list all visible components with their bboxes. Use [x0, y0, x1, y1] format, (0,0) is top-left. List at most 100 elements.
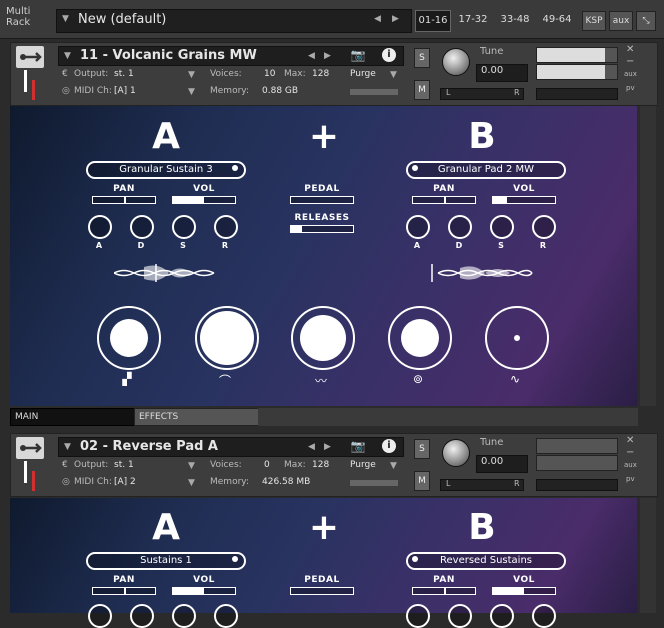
- tune-knob[interactable]: [442, 48, 470, 76]
- next-instrument-icon[interactable]: ▶: [324, 442, 331, 452]
- mute-button[interactable]: M: [414, 80, 430, 100]
- info-icon[interactable]: i: [382, 48, 396, 62]
- purge-dropdown-icon[interactable]: ▼: [390, 70, 397, 80]
- prev-rack-icon[interactable]: ◀: [374, 14, 381, 24]
- purge-menu[interactable]: Purge: [350, 69, 376, 79]
- pan-slider[interactable]: [440, 479, 524, 491]
- layer-b-preset-menu[interactable]: Reversed Sustains: [406, 552, 566, 570]
- layer-a-sustain-knob[interactable]: [172, 604, 196, 628]
- collapse-icon[interactable]: ⤡: [636, 11, 656, 31]
- aux-button[interactable]: aux: [609, 11, 633, 31]
- info-icon[interactable]: i: [382, 439, 396, 453]
- layer-a-vol-slider[interactable]: [172, 587, 236, 595]
- aux-indicator[interactable]: aux: [624, 461, 637, 469]
- pedal-slider[interactable]: [290, 587, 354, 595]
- output-dropdown-icon[interactable]: ▼: [188, 461, 195, 471]
- layer-b-decay-knob[interactable]: [448, 215, 472, 239]
- layer-b-pan-slider[interactable]: [412, 587, 476, 595]
- layer-b-attack-knob[interactable]: [406, 215, 430, 239]
- pedal-slider[interactable]: [290, 196, 354, 204]
- layer-a-preset-menu[interactable]: Granular Sustain 3: [86, 161, 246, 179]
- layer-a-vol-slider[interactable]: [172, 196, 236, 204]
- wrench-icon[interactable]: [16, 46, 44, 68]
- purge-indicator: [350, 89, 398, 95]
- solo-button[interactable]: S: [414, 439, 430, 459]
- motion-control[interactable]: [291, 306, 355, 370]
- mute-button[interactable]: M: [414, 471, 430, 491]
- layer-a-decay-knob[interactable]: [130, 215, 154, 239]
- layer-b-release-knob[interactable]: [532, 604, 556, 628]
- range-tab-4[interactable]: 49-64: [539, 10, 575, 30]
- output-select[interactable]: st. 1: [114, 69, 134, 79]
- midi-dropdown-icon[interactable]: ▼: [188, 87, 195, 97]
- releases-slider[interactable]: [290, 225, 354, 233]
- layer-a-release-knob[interactable]: [214, 604, 238, 628]
- minimize-icon[interactable]: −: [626, 447, 634, 458]
- volume-slider[interactable]: [536, 479, 618, 491]
- tune-value-field[interactable]: 0.00: [476, 455, 528, 473]
- prev-instrument-icon[interactable]: ◀: [308, 51, 315, 61]
- max-voices-field[interactable]: 128: [312, 69, 329, 79]
- midi-dropdown-icon[interactable]: ▼: [188, 478, 195, 488]
- layer-a-waveform-display[interactable]: [114, 262, 216, 284]
- ksp-button[interactable]: KSP: [582, 11, 606, 31]
- layer-b-attack-knob[interactable]: [406, 604, 430, 628]
- layer-a-sustain-knob[interactable]: [172, 215, 196, 239]
- next-instrument-icon[interactable]: ▶: [324, 51, 331, 61]
- wrench-icon[interactable]: [16, 437, 44, 459]
- pan-slider[interactable]: [440, 88, 524, 100]
- output-select[interactable]: st. 1: [114, 460, 134, 470]
- layer-b-preset-menu[interactable]: Granular Pad 2 MW: [406, 161, 566, 179]
- envelope-control[interactable]: [195, 306, 259, 370]
- solo-button[interactable]: S: [414, 48, 430, 68]
- tune-knob[interactable]: [442, 439, 470, 467]
- max-voices-field[interactable]: 128: [312, 460, 329, 470]
- range-tab-1[interactable]: 01-16: [415, 10, 451, 32]
- minimize-icon[interactable]: −: [626, 56, 634, 67]
- tab-main[interactable]: MAIN: [10, 408, 138, 426]
- layer-b-pan-slider[interactable]: [412, 196, 476, 204]
- layer-a-pan-slider[interactable]: [92, 587, 156, 595]
- midi-channel-select[interactable]: [A] 1: [114, 86, 136, 96]
- layer-b-waveform-display[interactable]: [430, 262, 534, 284]
- layer-a-decay-knob[interactable]: [130, 604, 154, 628]
- layer-a-attack-knob[interactable]: [88, 604, 112, 628]
- rack-menu-arrow-icon[interactable]: ▼: [62, 14, 69, 24]
- pv-indicator[interactable]: pv: [626, 475, 635, 483]
- range-tab-2[interactable]: 17-32: [455, 10, 491, 30]
- next-rack-icon[interactable]: ▶: [392, 14, 399, 24]
- stereo-control[interactable]: [388, 306, 452, 370]
- aux-indicator[interactable]: aux: [624, 70, 637, 78]
- texture-control[interactable]: [97, 306, 161, 370]
- layer-a-release-knob[interactable]: [214, 215, 238, 239]
- layer-a-preset-menu[interactable]: Sustains 1: [86, 552, 246, 570]
- tune-label: Tune: [480, 437, 504, 448]
- layer-b-decay-knob[interactable]: [448, 604, 472, 628]
- volume-slider[interactable]: [536, 88, 618, 100]
- close-icon[interactable]: ✕: [626, 435, 634, 446]
- scrollbar[interactable]: [640, 106, 656, 406]
- purge-dropdown-icon[interactable]: ▼: [390, 461, 397, 471]
- layer-a-attack-knob[interactable]: [88, 215, 112, 239]
- midi-channel-select[interactable]: [A] 2: [114, 477, 136, 487]
- layer-b-sustain-knob[interactable]: [490, 215, 514, 239]
- layer-b-release-knob[interactable]: [532, 215, 556, 239]
- camera-icon[interactable]: 📷: [346, 439, 370, 455]
- instrument-menu-arrow-icon[interactable]: ▼: [64, 51, 71, 61]
- pv-indicator[interactable]: pv: [626, 84, 635, 92]
- tab-effects[interactable]: EFFECTS: [134, 408, 262, 426]
- layer-a-pan-slider[interactable]: [92, 196, 156, 204]
- scrollbar[interactable]: [640, 498, 656, 613]
- output-dropdown-icon[interactable]: ▼: [188, 70, 195, 80]
- instrument-menu-arrow-icon[interactable]: ▼: [64, 442, 71, 452]
- range-tab-3[interactable]: 33-48: [497, 10, 533, 30]
- prev-instrument-icon[interactable]: ◀: [308, 442, 315, 452]
- modulation-control[interactable]: [485, 306, 549, 370]
- close-icon[interactable]: ✕: [626, 44, 634, 55]
- tune-value-field[interactable]: 0.00: [476, 64, 528, 82]
- layer-b-vol-slider[interactable]: [492, 587, 556, 595]
- layer-b-vol-slider[interactable]: [492, 196, 556, 204]
- layer-b-sustain-knob[interactable]: [490, 604, 514, 628]
- purge-menu[interactable]: Purge: [350, 460, 376, 470]
- camera-icon[interactable]: 📷: [346, 48, 370, 64]
